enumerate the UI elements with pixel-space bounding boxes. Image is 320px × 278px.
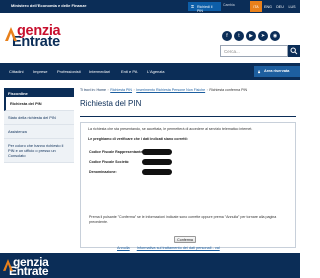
language-switcher: ITA ENG DEU LUS [250,1,298,12]
breadcrumb: Ti trovi in: Home › Richiesta PIN › Inserime… [80,88,248,92]
change-link[interactable]: Cambia [223,3,235,7]
language-deu[interactable]: DEU [274,1,286,12]
agenzia-entrate-logo[interactable]: genzia Entrate [5,24,61,50]
nav-professionisti[interactable]: Professionisti [57,69,81,74]
nav-agenzia[interactable]: L'Agenzia [147,69,164,74]
nav-enti-pa[interactable]: Enti e PA [121,69,137,74]
field-label-denominazione: Denominazione: [89,170,117,174]
nav-intermediari[interactable]: Intermediari [89,69,110,74]
logo-line-2-text: ntrate [21,34,60,50]
privacy-link[interactable]: Informativa sul trattamento dei dati per… [137,246,220,250]
cancel-link[interactable]: Annulla [117,246,130,250]
site-header: genzia Entrate f t ▶ ➤ ◉ Cerca... [0,13,300,63]
confirm-note: Prema il pulsante "Conferma" se le infor… [89,215,277,224]
twitter-icon[interactable]: t [234,31,244,41]
logo-mark-icon [5,27,17,41]
search-input[interactable]: Cerca... [220,45,288,57]
redacted-value [142,149,172,155]
nav-imprese[interactable]: Imprese [33,69,47,74]
sidebar: Fisconline Richiesta del PIN Stato della… [4,88,74,163]
search-button[interactable] [288,45,300,57]
title-divider [80,116,296,117]
main-nav: Cittadini Imprese Professionisti Interme… [0,63,300,80]
field-label-cf-societa: Codice Fiscale Società: [89,160,130,164]
site-footer: genzia Entrate [0,253,300,278]
breadcrumb-inserimento[interactable]: Inserimento Richiesta Persone Non Fisich… [136,88,205,92]
key-icon: ⚿ [191,4,195,9]
language-eng[interactable]: ENG [262,1,274,12]
sidebar-item-assistenza[interactable]: Assistenza [4,125,74,139]
search-placeholder: Cerca... [224,49,240,54]
content: Ti trovi in: Home › Richiesta PIN › Inserime… [80,88,296,248]
intro-text: La richiesta che sta presentando, se acc… [88,127,253,131]
language-lus[interactable]: LUS [286,1,298,12]
main-area: Fisconline Richiesta del PIN Stato della… [0,80,300,253]
redacted-value [142,159,172,165]
sidebar-item-stato-richiesta[interactable]: Stato della richiesta del PIN [4,111,74,125]
footer-links: Annulla Informativa sul trattamento dei … [117,246,226,250]
area-riservata-button[interactable]: 🔒︎ Area riservata [254,66,300,77]
field-label-cf-rappresentante: Codice Fiscale Rappresentante: [89,150,144,154]
sidebar-item-ufficio-consolato[interactable]: Per coloro che hanno richiesto il PIN e … [4,139,74,163]
facebook-icon[interactable]: f [222,31,232,41]
language-ita[interactable]: ITA [250,1,262,12]
youtube-icon[interactable]: ▶ [246,31,256,41]
telegram-icon[interactable]: ➤ [258,31,268,41]
nav-cittadini[interactable]: Cittadini [9,69,23,74]
page-title: Richiesta del PIN [80,99,142,108]
breadcrumb-home[interactable]: Ti trovi in: Home [80,88,106,92]
confirmation-panel: La richiesta che sta presentando, se acc… [80,122,296,248]
rss-icon[interactable]: ◉ [270,31,280,41]
verify-text: Le preghiamo di verificare che i dati in… [88,137,188,141]
ministry-label: Ministero dell'Economia e delle Finanze [11,3,87,8]
breadcrumb-richiesta-pin[interactable]: Richiesta PIN [110,88,132,92]
sidebar-item-richiesta-pin[interactable]: Richiesta del PIN [4,97,74,111]
social-links: f t ▶ ➤ ◉ [222,31,280,41]
footer-logo: genzia Entrate [3,256,49,278]
area-riservata-label: Area riservata [264,69,290,73]
request-pin-button[interactable]: ⚿ Richiedi il PIN [188,2,221,13]
top-bar: Ministero dell'Economia e delle Finanze … [0,0,300,13]
request-pin-label: Richiedi il PIN [197,4,213,13]
logo-mark-icon [3,259,13,271]
confirm-button[interactable]: Conferma [174,236,196,243]
redacted-value [142,169,172,175]
sidebar-header: Fisconline [4,88,74,97]
breadcrumb-current: Richiesta conferma PIN [209,88,248,92]
lock-icon: 🔒︎ [258,69,261,74]
search-icon [290,47,298,55]
footer-logo-line-2-text: ntrate [16,264,49,278]
